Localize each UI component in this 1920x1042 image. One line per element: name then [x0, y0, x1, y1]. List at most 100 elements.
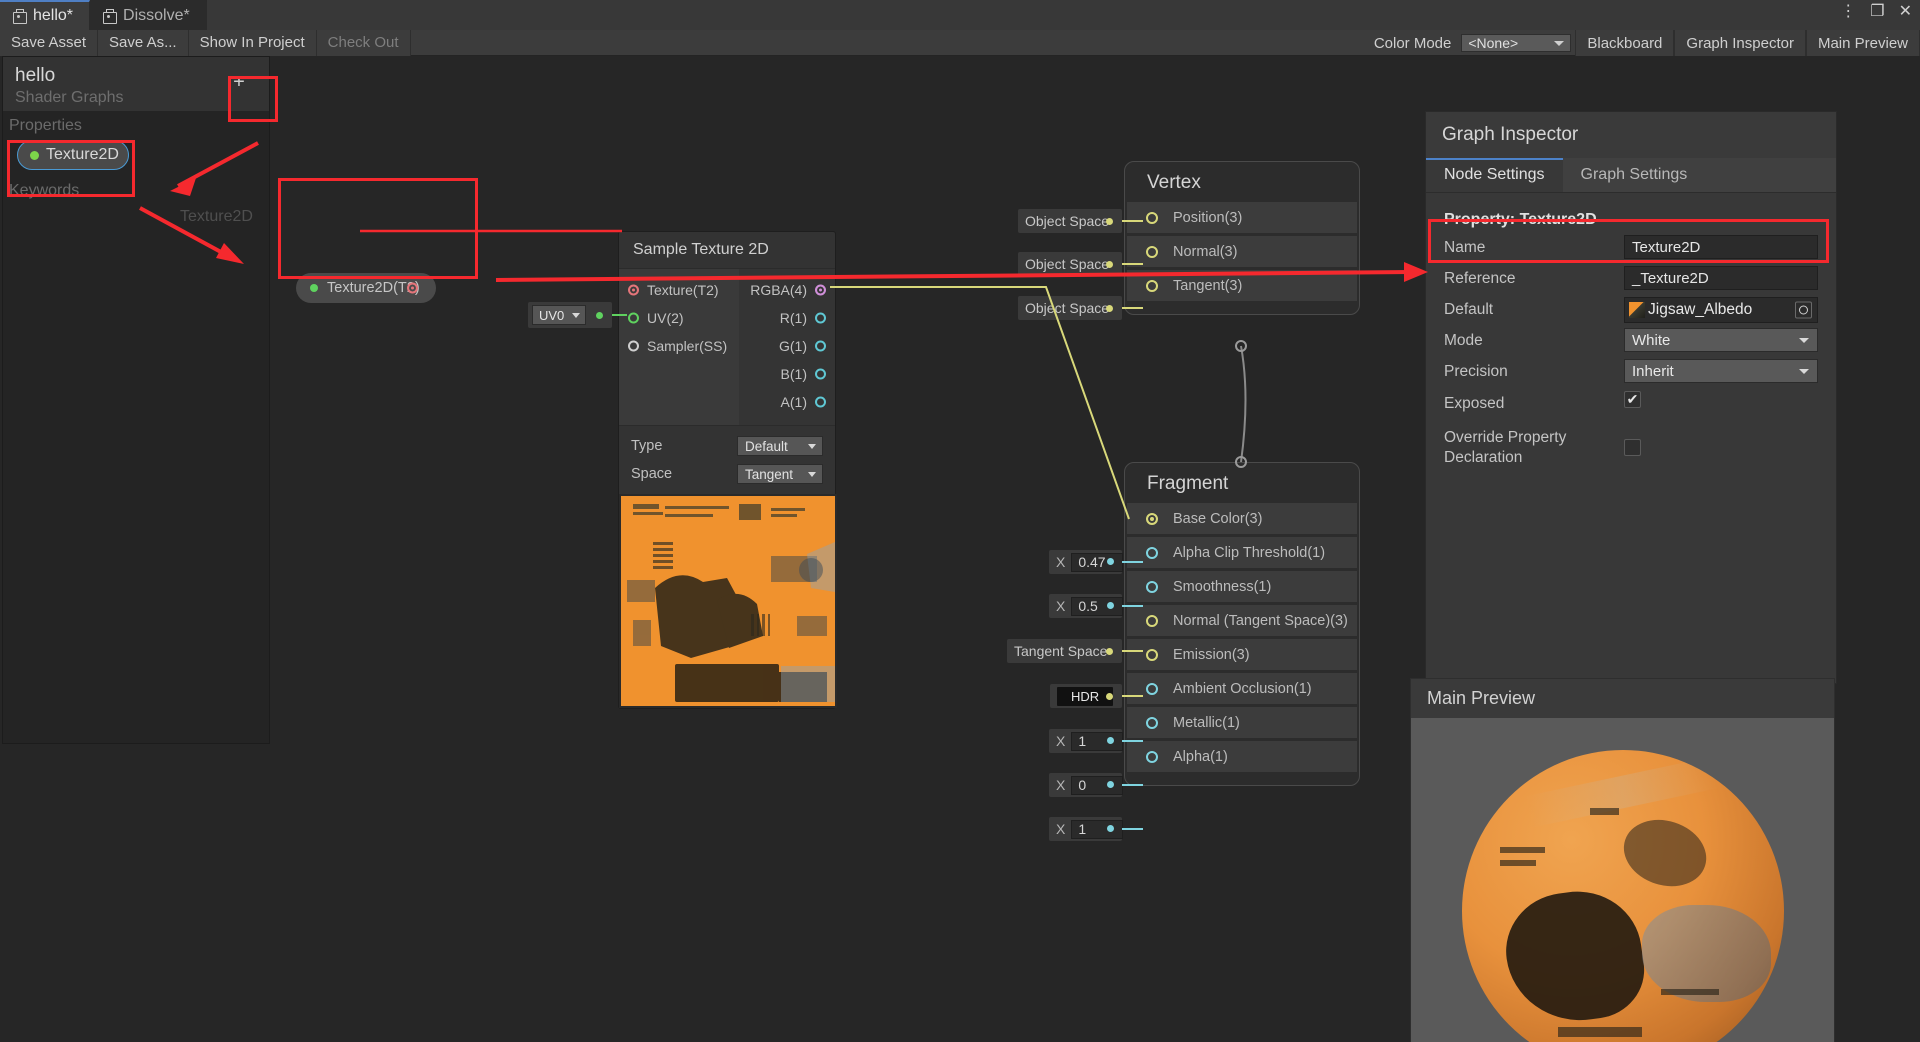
- blackboard-toggle-button[interactable]: Blackboard: [1575, 30, 1675, 56]
- graph-inspector-toggle-button[interactable]: Graph Inspector: [1674, 30, 1806, 56]
- color-mode-select[interactable]: <None>: [1461, 34, 1572, 52]
- blackboard-title: hello: [15, 65, 56, 86]
- save-as-button[interactable]: Save As...: [98, 29, 189, 56]
- chip-alpha-clip-threshold[interactable]: X 0.47: [1049, 550, 1124, 574]
- output-rgba[interactable]: RGBA(4): [739, 276, 835, 304]
- node-fragment-context[interactable]: Fragment Base Color(3) Alpha Clip Thresh…: [1124, 462, 1360, 786]
- show-in-project-button[interactable]: Show In Project: [188, 29, 317, 56]
- block-smoothness[interactable]: Smoothness(1): [1127, 571, 1357, 602]
- node-title: Sample Texture 2D: [633, 241, 769, 258]
- close-icon[interactable]: ✕: [1899, 4, 1912, 20]
- field-override-property-declaration: Override Property Declaration: [1444, 425, 1818, 468]
- node-sample-texture-2d[interactable]: Sample Texture 2D Texture(T2) UV(2) Samp…: [618, 231, 837, 709]
- output-r[interactable]: R(1): [739, 304, 835, 332]
- chip-value-field[interactable]: 0.47: [1071, 552, 1124, 572]
- output-a[interactable]: A(1): [739, 388, 835, 416]
- blackboard-panel[interactable]: hello Shader Graphs + Properties Texture…: [2, 56, 270, 744]
- block-label: Alpha(1): [1173, 748, 1228, 765]
- uv-channel-select[interactable]: UV0: [532, 305, 586, 325]
- sampler-input-port[interactable]: [628, 340, 639, 352]
- metallic-port[interactable]: [1146, 716, 1158, 729]
- alpha-port[interactable]: [1146, 750, 1158, 763]
- inspector-title: Graph Inspector: [1426, 112, 1836, 158]
- chip-dot-icon: [1106, 218, 1113, 225]
- block-alpha-clip-threshold[interactable]: Alpha Clip Threshold(1): [1127, 537, 1357, 568]
- main-preview-panel[interactable]: Main Preview: [1410, 678, 1835, 1042]
- object-picker-icon[interactable]: [1795, 301, 1812, 319]
- main-preview-viewport[interactable]: [1411, 718, 1834, 1042]
- property-output-port[interactable]: [407, 282, 418, 294]
- alpha-clip-threshold-port[interactable]: [1146, 546, 1158, 559]
- blackboard-property-texture2d[interactable]: Texture2D: [17, 140, 129, 170]
- default-object-field[interactable]: Jigsaw_Albedo: [1624, 297, 1818, 323]
- block-metallic[interactable]: Metallic(1): [1127, 707, 1357, 738]
- input-texture[interactable]: Texture(T2): [619, 276, 739, 304]
- block-tangent[interactable]: Tangent(3): [1127, 270, 1357, 301]
- exposed-checkbox[interactable]: ✔: [1624, 391, 1641, 408]
- chip-ambient-occlusion[interactable]: X 1: [1049, 729, 1124, 753]
- smoothness-port[interactable]: [1146, 580, 1158, 593]
- tab-hello[interactable]: hello*: [0, 0, 91, 30]
- base-color-port[interactable]: [1146, 512, 1158, 525]
- tab-dissolve[interactable]: Dissolve*: [90, 0, 207, 30]
- block-alpha[interactable]: Alpha(1): [1127, 741, 1357, 772]
- space-select[interactable]: Tangent: [737, 464, 823, 484]
- chip-label: Object Space: [1025, 300, 1110, 316]
- chip-value-field[interactable]: 1: [1071, 819, 1124, 839]
- type-select[interactable]: Default: [737, 436, 823, 456]
- input-sampler[interactable]: Sampler(SS): [619, 332, 739, 360]
- chip-tangent-space[interactable]: Object Space: [1018, 296, 1122, 320]
- normal-tangent-space-port[interactable]: [1146, 614, 1158, 627]
- g-output-port[interactable]: [815, 340, 826, 352]
- block-base-color[interactable]: Base Color(3): [1127, 503, 1357, 534]
- chip-value-field[interactable]: 0.5: [1071, 596, 1124, 616]
- uv-input-port[interactable]: [628, 312, 639, 324]
- rgba-output-port[interactable]: [815, 284, 826, 296]
- block-emission[interactable]: Emission(3): [1127, 639, 1357, 670]
- emission-port[interactable]: [1146, 648, 1158, 661]
- texture-input-port[interactable]: [628, 284, 639, 296]
- normal-port[interactable]: [1146, 245, 1158, 258]
- graph-inspector-panel[interactable]: Graph Inspector Node Settings Graph Sett…: [1425, 111, 1837, 684]
- r-output-port[interactable]: [815, 312, 826, 324]
- mode-select[interactable]: White: [1624, 328, 1818, 352]
- maximize-icon[interactable]: ❐: [1870, 4, 1884, 20]
- tab-node-settings[interactable]: Node Settings: [1426, 158, 1563, 192]
- name-input[interactable]: Texture2D: [1624, 235, 1818, 259]
- kebab-menu-icon[interactable]: ⋮: [1840, 4, 1856, 20]
- block-normal-tangent-space[interactable]: Normal (Tangent Space)(3): [1127, 605, 1357, 636]
- tangent-port[interactable]: [1146, 279, 1158, 292]
- chip-emission-hdr[interactable]: HDR: [1050, 684, 1122, 708]
- field-default: Default Jigsaw_Albedo: [1444, 297, 1818, 325]
- uv-channel-chip[interactable]: UV0: [528, 302, 612, 328]
- tab-graph-settings[interactable]: Graph Settings: [1563, 158, 1706, 192]
- output-g[interactable]: G(1): [739, 332, 835, 360]
- save-asset-button[interactable]: Save Asset: [0, 29, 99, 56]
- chip-metallic[interactable]: X 0: [1049, 773, 1124, 797]
- override-property-declaration-checkbox[interactable]: [1624, 439, 1641, 456]
- a-output-port[interactable]: [815, 396, 826, 408]
- output-b[interactable]: B(1): [739, 360, 835, 388]
- precision-select[interactable]: Inherit: [1624, 359, 1818, 383]
- add-property-button[interactable]: +: [225, 71, 253, 93]
- block-position[interactable]: Position(3): [1127, 202, 1357, 233]
- reference-input[interactable]: _Texture2D: [1624, 266, 1818, 290]
- chip-smoothness[interactable]: X 0.5: [1049, 594, 1124, 618]
- position-port[interactable]: [1146, 211, 1158, 224]
- node-vertex-context[interactable]: Vertex Position(3) Normal(3) Tangent(3): [1124, 161, 1360, 315]
- input-uv[interactable]: UV(2): [619, 304, 739, 332]
- chip-normal-space[interactable]: Object Space: [1018, 252, 1122, 276]
- chip-alpha[interactable]: X 1: [1049, 817, 1124, 841]
- chip-value-field[interactable]: 0: [1071, 775, 1124, 795]
- block-normal[interactable]: Normal(3): [1127, 236, 1357, 267]
- main-preview-toggle-button[interactable]: Main Preview: [1805, 30, 1920, 56]
- chip-normal-space[interactable]: Tangent Space: [1007, 639, 1122, 663]
- chip-value-field[interactable]: 1: [1071, 731, 1124, 751]
- graph-canvas[interactable]: hello Shader Graphs + Properties Texture…: [0, 56, 1920, 1042]
- property-node-texture2d[interactable]: Texture2D(T2): [296, 273, 436, 303]
- b-output-port[interactable]: [815, 368, 826, 380]
- chip-position-space[interactable]: Object Space: [1018, 209, 1122, 233]
- precision-value: Inherit: [1632, 362, 1674, 380]
- block-ambient-occlusion[interactable]: Ambient Occlusion(1): [1127, 673, 1357, 704]
- ambient-occlusion-port[interactable]: [1146, 682, 1158, 695]
